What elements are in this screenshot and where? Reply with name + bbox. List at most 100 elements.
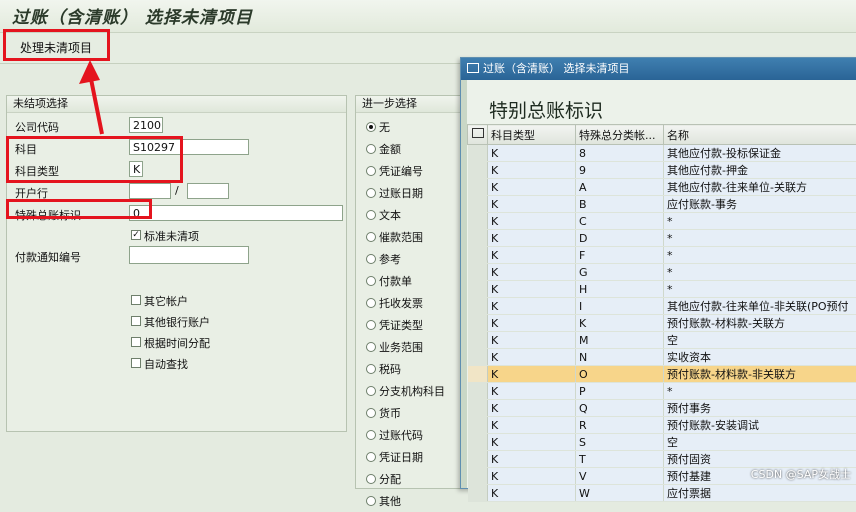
payment-advice-label: 付款通知编号 [15, 249, 81, 265]
radio-button[interactable] [366, 210, 376, 220]
radio-button[interactable] [366, 430, 376, 440]
further-selection-option[interactable]: 过账代码 [366, 424, 445, 446]
radio-button[interactable] [366, 408, 376, 418]
time-distribution-checkbox[interactable] [131, 337, 141, 347]
table-row[interactable]: KP* [468, 383, 856, 400]
row-selector[interactable] [468, 315, 488, 332]
row-selector[interactable] [468, 196, 488, 213]
radio-button[interactable] [366, 144, 376, 154]
radio-button[interactable] [366, 452, 376, 462]
radio-button[interactable] [366, 298, 376, 308]
radio-button[interactable] [366, 342, 376, 352]
further-selection-option[interactable]: 凭证类型 [366, 314, 445, 336]
other-accounts-checkbox[interactable] [131, 295, 141, 305]
row-selector[interactable] [468, 349, 488, 366]
table-row[interactable]: KF* [468, 247, 856, 264]
auto-search-checkbox[interactable] [131, 358, 141, 368]
further-selection-option[interactable]: 业务范围 [366, 336, 445, 358]
process-open-items-button[interactable]: 处理未清项目 [8, 38, 104, 58]
table-row[interactable]: KA其他应付款-往来单位-关联方 [468, 179, 856, 196]
table-row[interactable]: KS空 [468, 434, 856, 451]
radio-button[interactable] [366, 122, 376, 132]
row-selector[interactable] [468, 162, 488, 179]
other-bank-accounts-checkbox[interactable] [131, 316, 141, 326]
column-header-name[interactable]: 名称 [664, 125, 856, 145]
radio-button[interactable] [366, 276, 376, 286]
row-selector[interactable] [468, 434, 488, 451]
further-selection-option[interactable]: 无 [366, 116, 445, 138]
bank-account-input[interactable] [187, 183, 229, 199]
table-row[interactable]: KO预付账款-材料款-非关联方 [468, 366, 856, 383]
company-code-input[interactable]: 2100 [129, 117, 163, 133]
radio-button[interactable] [366, 364, 376, 374]
further-selection-option[interactable]: 托收发票 [366, 292, 445, 314]
row-selector[interactable] [468, 451, 488, 468]
radio-button[interactable] [366, 386, 376, 396]
table-row[interactable]: KM空 [468, 332, 856, 349]
row-selector[interactable] [468, 332, 488, 349]
account-type-input[interactable]: K [129, 161, 143, 177]
row-selector[interactable] [468, 264, 488, 281]
table-row[interactable]: KT预付固资 [468, 451, 856, 468]
radio-button[interactable] [366, 474, 376, 484]
special-gl-cell: R [576, 417, 664, 434]
radio-button[interactable] [366, 320, 376, 330]
time-distribution-label: 根据时间分配 [144, 335, 210, 351]
further-selection-option[interactable]: 催款范围 [366, 226, 445, 248]
radio-button[interactable] [366, 254, 376, 264]
row-selector[interactable] [468, 247, 488, 264]
table-row[interactable]: KB应付账款-事务 [468, 196, 856, 213]
table-row[interactable]: KR预付账款-安装调试 [468, 417, 856, 434]
further-selection-option[interactable]: 凭证编号 [366, 160, 445, 182]
row-selector[interactable] [468, 400, 488, 417]
further-selection-option[interactable]: 凭证日期 [366, 446, 445, 468]
further-selection-option[interactable]: 参考 [366, 248, 445, 270]
radio-button[interactable] [366, 166, 376, 176]
name-cell: * [664, 247, 856, 264]
row-selector[interactable] [468, 213, 488, 230]
payment-advice-input[interactable] [129, 246, 249, 264]
bank-input[interactable] [129, 183, 171, 199]
table-row[interactable]: KI其他应付款-往来单位-非关联(PO预付 [468, 298, 856, 315]
row-selector[interactable] [468, 179, 488, 196]
row-selector[interactable] [468, 383, 488, 400]
window-title: 过账（含清账） 选择未清项目 [12, 3, 253, 28]
further-selection-option[interactable]: 货币 [366, 402, 445, 424]
row-selector[interactable] [468, 281, 488, 298]
row-selector[interactable] [468, 366, 488, 383]
row-selector[interactable] [468, 230, 488, 247]
further-selection-option[interactable]: 分支机构科目 [366, 380, 445, 402]
column-header-account-type[interactable]: 科目类型 [488, 125, 576, 145]
further-selection-option[interactable]: 税码 [366, 358, 445, 380]
row-selector[interactable] [468, 485, 488, 502]
table-row[interactable]: KC* [468, 213, 856, 230]
table-row[interactable]: KG* [468, 264, 856, 281]
popup-titlebar[interactable]: 过账（含清账） 选择未清项目 [461, 58, 856, 80]
further-selection-option[interactable]: 过账日期 [366, 182, 445, 204]
table-row[interactable]: KH* [468, 281, 856, 298]
table-settings-icon[interactable] [468, 125, 488, 145]
radio-button[interactable] [366, 232, 376, 242]
further-selection-option[interactable]: 文本 [366, 204, 445, 226]
row-selector[interactable] [468, 145, 488, 162]
table-row[interactable]: KW应付票据 [468, 485, 856, 502]
table-row[interactable]: KN实收资本 [468, 349, 856, 366]
further-selection-option[interactable]: 金额 [366, 138, 445, 160]
standard-open-items-checkbox[interactable]: ✓ [131, 230, 141, 240]
table-row[interactable]: KD* [468, 230, 856, 247]
row-selector[interactable] [468, 468, 488, 485]
column-header-special-gl[interactable]: 特殊总分类帐... [576, 125, 664, 145]
further-selection-option[interactable]: 付款单 [366, 270, 445, 292]
table-row[interactable]: KQ预付事务 [468, 400, 856, 417]
table-row[interactable]: KK预付账款-材料款-关联方 [468, 315, 856, 332]
radio-button[interactable] [366, 496, 376, 506]
row-selector[interactable] [468, 417, 488, 434]
table-row[interactable]: K8其他应付款-投标保证金 [468, 145, 856, 162]
special-gl-input[interactable]: 0 [129, 205, 343, 221]
row-selector[interactable] [468, 298, 488, 315]
account-input[interactable]: S10297 [129, 139, 249, 155]
special-gl-cell: I [576, 298, 664, 315]
further-selection-option[interactable]: 其他 [366, 490, 445, 512]
radio-button[interactable] [366, 188, 376, 198]
table-row[interactable]: K9其他应付款-押金 [468, 162, 856, 179]
